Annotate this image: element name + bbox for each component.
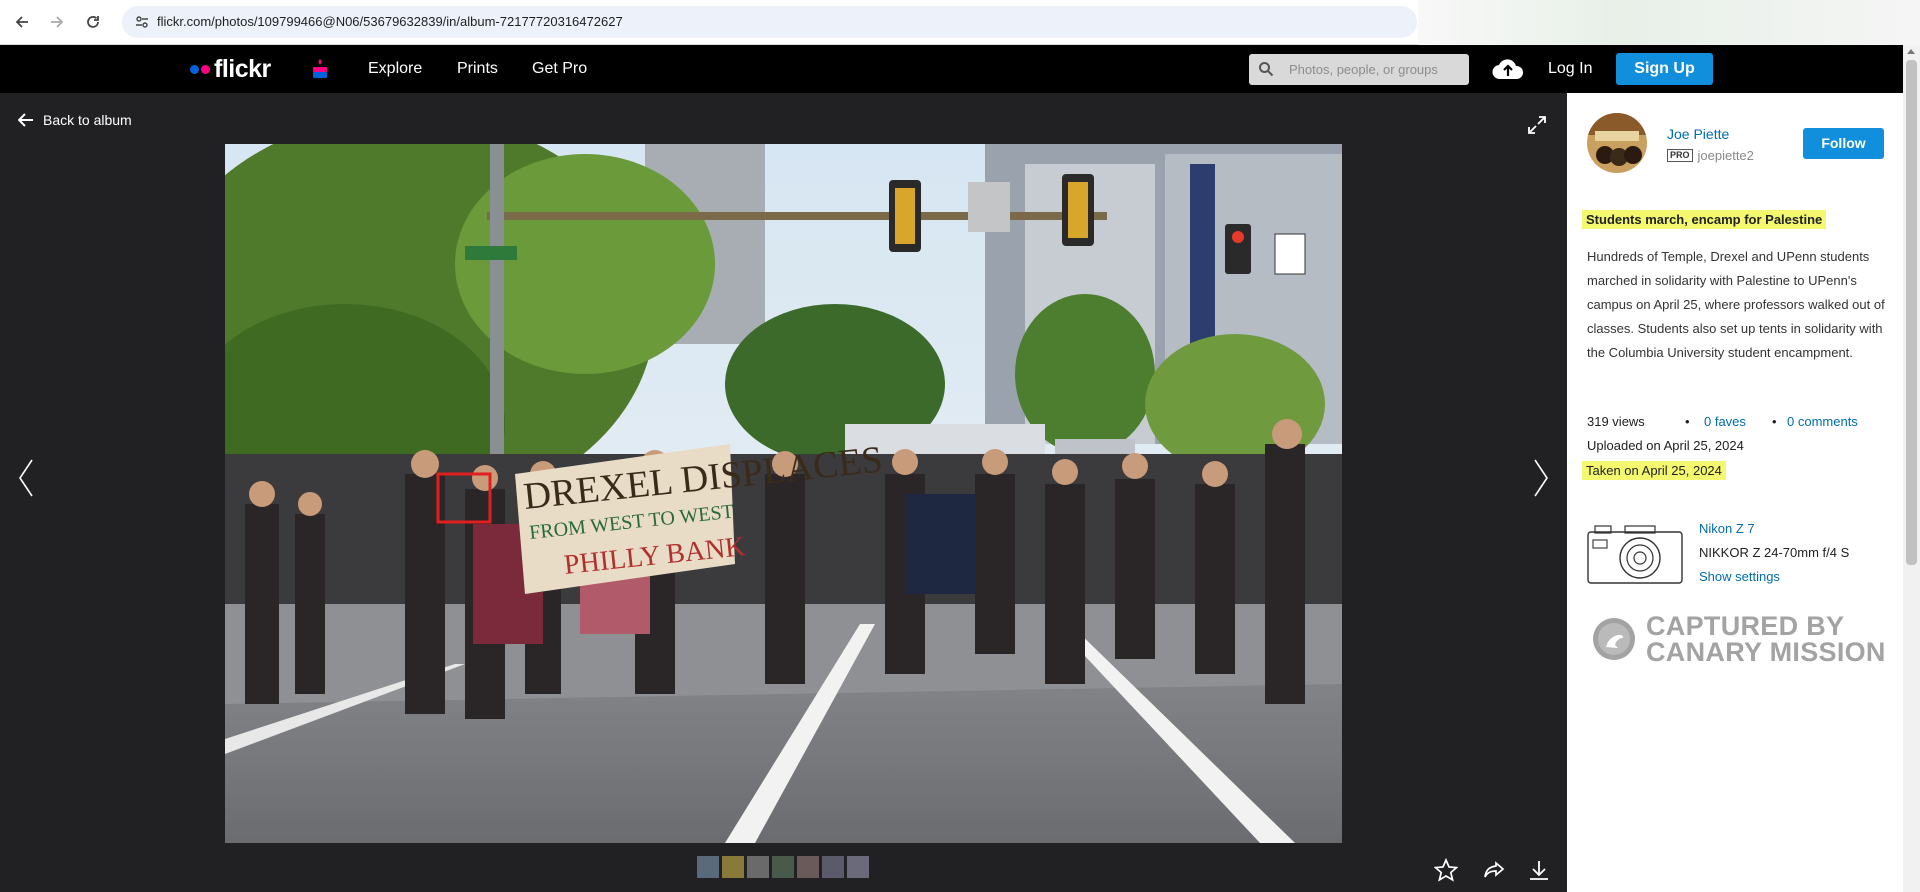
album-thumbnail[interactable] bbox=[772, 856, 794, 878]
comments-link[interactable]: 0 comments bbox=[1787, 414, 1858, 429]
flickr-logo[interactable]: flickr bbox=[190, 54, 271, 83]
browser-back-icon[interactable] bbox=[12, 12, 32, 32]
login-link[interactable]: Log In bbox=[1548, 60, 1592, 78]
album-thumbnail[interactable] bbox=[797, 856, 819, 878]
owner-avatar[interactable] bbox=[1587, 113, 1647, 173]
album-thumbnail[interactable] bbox=[747, 856, 769, 878]
favorite-star-icon[interactable] bbox=[1434, 858, 1458, 882]
camera-lens: NIKKOR Z 24-70mm f/4 S bbox=[1699, 545, 1850, 560]
anniversary-cake-icon[interactable] bbox=[312, 58, 328, 80]
owner-pro-row: PRO joepiette2 bbox=[1667, 148, 1754, 163]
nav-get-pro[interactable]: Get Pro bbox=[532, 60, 587, 78]
download-icon[interactable] bbox=[1527, 858, 1551, 882]
address-bar[interactable]: flickr.com/photos/109799466@N06/53679632… bbox=[122, 6, 1417, 38]
toolbar-extension-area bbox=[1418, 0, 1920, 45]
search-icon[interactable] bbox=[1258, 61, 1274, 77]
arrow-left-icon bbox=[18, 113, 33, 127]
canary-bird-icon bbox=[1593, 618, 1635, 660]
browser-toolbar: flickr.com/photos/109799466@N06/53679632… bbox=[0, 0, 1920, 45]
share-icon[interactable] bbox=[1482, 858, 1506, 882]
url-text: flickr.com/photos/109799466@N06/53679632… bbox=[157, 14, 623, 29]
watermark-line1: CAPTURED BY bbox=[1646, 611, 1845, 641]
site-settings-icon[interactable] bbox=[134, 14, 150, 30]
photo-image: DREXEL DISPLACES FROM WEST TO WEST PHILL… bbox=[225, 144, 1342, 843]
watermark-line2: CANARY MISSION bbox=[1646, 637, 1886, 667]
next-photo-icon[interactable] bbox=[1531, 458, 1551, 498]
owner-name-link[interactable]: Joe Piette bbox=[1667, 126, 1729, 142]
scroll-up-icon[interactable] bbox=[1907, 49, 1915, 54]
browser-reload-icon[interactable] bbox=[83, 12, 103, 32]
photo-info-panel: Joe Piette PRO joepiette2 Follow Student… bbox=[1567, 93, 1903, 892]
show-settings-link[interactable]: Show settings bbox=[1699, 569, 1780, 584]
follow-button[interactable]: Follow bbox=[1803, 128, 1884, 159]
album-thumbnail[interactable] bbox=[697, 856, 719, 878]
previous-photo-icon[interactable] bbox=[16, 458, 36, 498]
back-to-album-label: Back to album bbox=[43, 112, 132, 128]
canary-mission-watermark: CAPTURED BY CANARY MISSION bbox=[1592, 611, 1886, 667]
main-photo[interactable]: DREXEL DISPLACES FROM WEST TO WEST PHILL… bbox=[225, 144, 1342, 843]
views-count: 319 views bbox=[1587, 414, 1645, 429]
separator-dot: • bbox=[1772, 414, 1777, 429]
camera-icon bbox=[1587, 525, 1683, 584]
upload-cloud-icon[interactable] bbox=[1492, 57, 1524, 81]
logo-blue-dot bbox=[190, 64, 199, 74]
fullscreen-icon[interactable] bbox=[1527, 115, 1547, 135]
album-thumbnail[interactable] bbox=[822, 856, 844, 878]
browser-forward-icon[interactable] bbox=[47, 12, 67, 32]
album-thumbnail[interactable] bbox=[722, 856, 744, 878]
signup-button[interactable]: Sign Up bbox=[1616, 53, 1713, 85]
album-thumbnail-strip bbox=[697, 856, 869, 878]
camera-model-link[interactable]: Nikon Z 7 bbox=[1699, 521, 1755, 536]
search-input[interactable] bbox=[1289, 60, 1459, 79]
upload-date: Uploaded on April 25, 2024 bbox=[1587, 438, 1744, 453]
logo-pink-dot bbox=[201, 64, 210, 74]
nav-explore[interactable]: Explore bbox=[368, 60, 422, 78]
logo-wordmark: flickr bbox=[214, 54, 271, 83]
pro-badge: PRO bbox=[1667, 149, 1693, 162]
nav-prints[interactable]: Prints bbox=[457, 60, 498, 78]
photo-description: Hundreds of Temple, Drexel and UPenn stu… bbox=[1587, 249, 1885, 360]
site-header: flickr Explore Prints Get Pro Log In Sig… bbox=[0, 45, 1903, 93]
separator-dot: • bbox=[1685, 414, 1690, 429]
scrollbar-thumb[interactable] bbox=[1906, 60, 1917, 565]
photo-title: Students march, encamp for Palestine bbox=[1582, 210, 1827, 229]
back-to-album-link[interactable]: Back to album bbox=[18, 112, 132, 128]
search-box bbox=[1249, 54, 1469, 85]
photo-viewer: Back to album DREXEL DISPLACES FROM WEST… bbox=[0, 93, 1567, 892]
album-thumbnail[interactable] bbox=[847, 856, 869, 878]
page-scrollbar[interactable] bbox=[1903, 45, 1920, 892]
taken-date: Taken on April 25, 2024 bbox=[1582, 461, 1726, 480]
owner-username: joepiette2 bbox=[1697, 148, 1754, 163]
faves-link[interactable]: 0 faves bbox=[1704, 414, 1746, 429]
